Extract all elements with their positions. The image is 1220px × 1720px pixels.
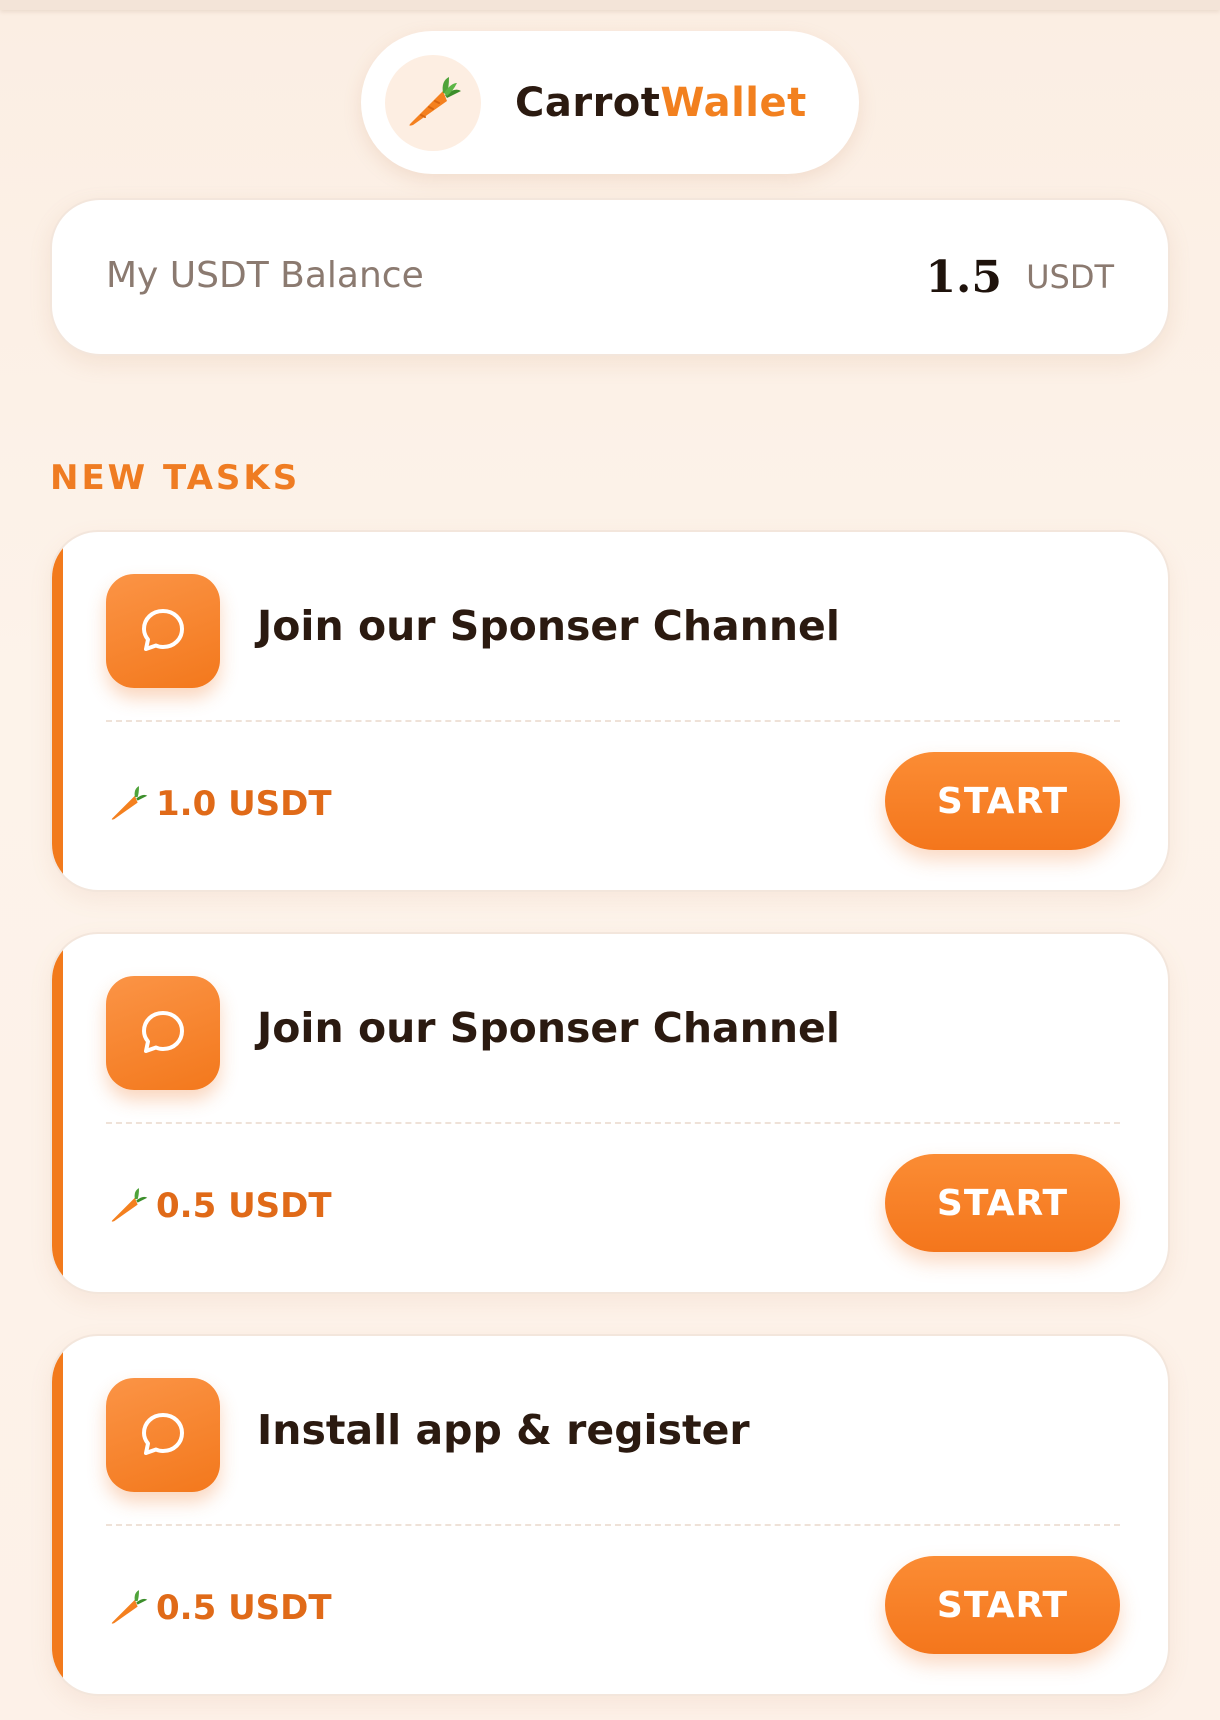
task-title: Install app & register xyxy=(257,1406,750,1454)
section-title: NEW TASKS xyxy=(50,458,301,498)
task-divider xyxy=(106,720,1120,722)
task-accent-bar xyxy=(52,1336,63,1694)
brand-header: CarrotWallet xyxy=(361,31,859,174)
task-card: Join our Sponser Channel 0.5 USDT START xyxy=(50,932,1170,1294)
reward-amount: 1.0 USDT xyxy=(156,784,332,824)
task-card: Install app & register 0.5 USDT START xyxy=(50,1334,1170,1696)
start-button[interactable]: START xyxy=(885,1154,1120,1252)
task-accent-bar xyxy=(52,532,63,890)
task-reward: 1.0 USDT xyxy=(106,782,332,826)
chat-bubble-icon xyxy=(106,1378,220,1492)
carrot-icon xyxy=(106,1586,150,1630)
chat-bubble-icon xyxy=(106,976,220,1090)
top-edge-divider xyxy=(0,0,1220,10)
carrot-icon xyxy=(385,54,481,151)
app-name-part2: Wallet xyxy=(660,79,807,126)
carrot-icon xyxy=(106,1184,150,1228)
balance-unit: USDT xyxy=(1026,258,1114,296)
balance-card: My USDT Balance 1.5 USDT xyxy=(50,198,1170,356)
balance-amount: 1.5 xyxy=(925,252,1002,303)
start-button[interactable]: START xyxy=(885,752,1120,850)
task-reward: 0.5 USDT xyxy=(106,1586,332,1630)
task-divider xyxy=(106,1524,1120,1526)
start-button[interactable]: START xyxy=(885,1556,1120,1654)
task-reward: 0.5 USDT xyxy=(106,1184,332,1228)
task-card: Join our Sponser Channel 1.0 USDT START xyxy=(50,530,1170,892)
carrot-icon xyxy=(106,782,150,826)
app-name-part1: Carrot xyxy=(515,79,661,126)
reward-amount: 0.5 USDT xyxy=(156,1588,332,1628)
app-name: CarrotWallet xyxy=(515,80,807,126)
task-divider xyxy=(106,1122,1120,1124)
task-title: Join our Sponser Channel xyxy=(257,1004,840,1052)
task-title: Join our Sponser Channel xyxy=(257,602,840,650)
reward-amount: 0.5 USDT xyxy=(156,1186,332,1226)
task-accent-bar xyxy=(52,934,63,1292)
balance-label: My USDT Balance xyxy=(106,255,424,296)
chat-bubble-icon xyxy=(106,574,220,688)
